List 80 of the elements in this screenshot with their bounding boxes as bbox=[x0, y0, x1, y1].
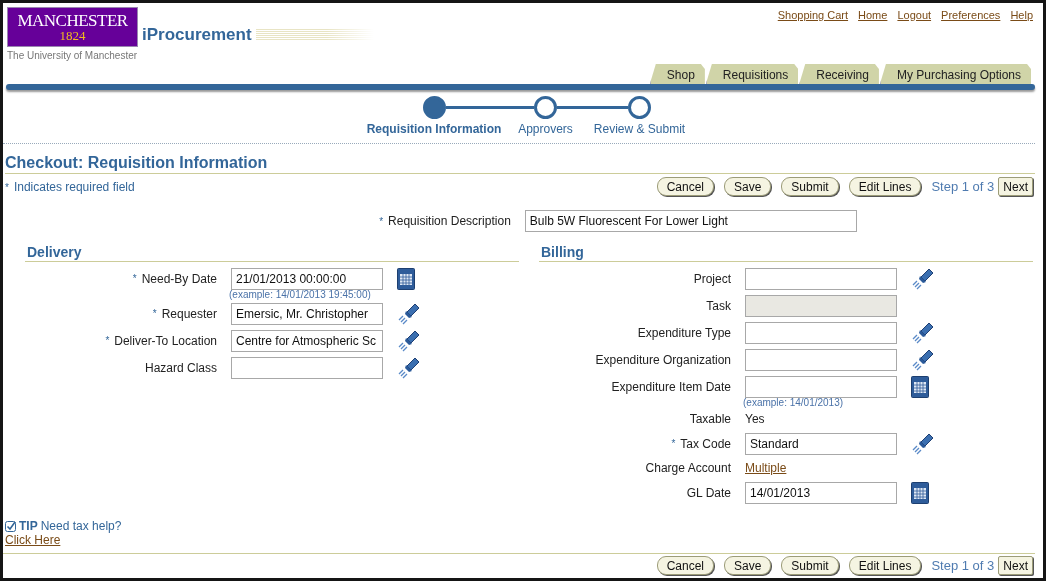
global-link[interactable]: Help bbox=[1010, 9, 1033, 21]
field-label: Deliver-To Location bbox=[114, 333, 217, 348]
required-marker: * bbox=[105, 335, 110, 346]
action-button[interactable]: Submit bbox=[781, 177, 839, 196]
action-button[interactable]: Cancel bbox=[656, 556, 714, 575]
step-indicator: Step 1 of 3 bbox=[931, 179, 995, 194]
action-button[interactable]: Edit Lines bbox=[848, 556, 922, 575]
flashlight-icon[interactable] bbox=[911, 347, 935, 372]
section-heading: Delivery bbox=[25, 244, 519, 262]
next-button[interactable]: Next bbox=[998, 177, 1033, 196]
field-label: Tax Code bbox=[680, 436, 731, 451]
input-field[interactable] bbox=[231, 356, 383, 379]
field-label: Requester bbox=[161, 306, 217, 321]
step-label[interactable]: Review & Submit bbox=[593, 122, 686, 136]
step-indicator: Step 1 of 3 bbox=[931, 558, 995, 573]
page-title: Checkout: Requisition Information bbox=[5, 154, 1035, 174]
format-hint: (example: 14/01/2013 19:45:00) bbox=[229, 289, 372, 300]
flashlight-icon[interactable] bbox=[911, 431, 935, 456]
field-link[interactable]: Multiple bbox=[745, 461, 787, 475]
action-button[interactable]: Save bbox=[724, 177, 772, 196]
action-button[interactable]: Submit bbox=[781, 556, 839, 575]
step-label[interactable]: Approvers bbox=[518, 122, 573, 136]
field-label: Charge Account bbox=[645, 461, 731, 475]
field-label: Expenditure Item Date bbox=[611, 379, 731, 394]
field-label: GL Date bbox=[686, 485, 731, 500]
field-label: Hazard Class bbox=[144, 360, 217, 375]
university-logo: MANCHESTER 1824 bbox=[7, 7, 138, 47]
field-value: Yes bbox=[745, 412, 765, 426]
flashlight-icon[interactable] bbox=[397, 355, 421, 380]
field-label: Expenditure Organization bbox=[595, 352, 731, 367]
action-button[interactable]: Edit Lines bbox=[848, 177, 922, 196]
calendar-icon[interactable] bbox=[911, 481, 929, 504]
input-field[interactable]: Centre for Atmospheric Sc bbox=[231, 329, 383, 352]
input-field[interactable]: Bulb 5W Fluorescent For Lower Light bbox=[524, 210, 857, 232]
required-marker: * bbox=[5, 181, 9, 193]
global-link[interactable]: Shopping Cart bbox=[777, 9, 849, 21]
app-title: iProcurement bbox=[142, 25, 252, 45]
required-marker: * bbox=[152, 308, 157, 319]
input-field[interactable] bbox=[745, 267, 897, 290]
tip-label: TIP bbox=[19, 519, 38, 533]
nav-tab[interactable]: My Purchasing Options bbox=[879, 64, 1031, 84]
input-field[interactable]: Standard bbox=[745, 432, 897, 455]
global-link[interactable]: Home bbox=[858, 9, 888, 21]
input-field[interactable]: 21/01/2013 00:00:00 bbox=[231, 267, 383, 290]
flashlight-icon[interactable] bbox=[911, 266, 935, 291]
input-field[interactable] bbox=[745, 348, 897, 371]
nav-tab[interactable]: Receiving bbox=[799, 64, 879, 84]
calendar-icon[interactable] bbox=[397, 267, 415, 290]
input-field[interactable]: Emersic, Mr. Christopher bbox=[231, 302, 383, 325]
global-link[interactable]: Logout bbox=[897, 9, 932, 21]
input-field[interactable] bbox=[745, 321, 897, 344]
calendar-icon[interactable] bbox=[911, 375, 929, 398]
input-field[interactable] bbox=[745, 375, 897, 398]
required-note: Indicates required field bbox=[13, 179, 135, 194]
action-button[interactable]: Cancel bbox=[656, 177, 714, 196]
nav-tab[interactable]: Shop bbox=[649, 64, 705, 84]
action-button[interactable]: Save bbox=[724, 556, 772, 575]
tip-link[interactable]: Click Here bbox=[5, 533, 61, 547]
flashlight-icon[interactable] bbox=[397, 301, 421, 326]
tip-text: Need tax help? bbox=[40, 519, 122, 533]
nav-tab[interactable]: Requisitions bbox=[705, 64, 799, 84]
field-label: Need-By Date bbox=[141, 271, 217, 286]
field-label: Expenditure Type bbox=[637, 325, 731, 340]
field-label: Taxable bbox=[689, 412, 731, 426]
section-heading: Billing bbox=[539, 244, 1033, 262]
flashlight-icon[interactable] bbox=[397, 328, 421, 353]
checkmark-icon bbox=[5, 520, 16, 532]
required-marker: * bbox=[132, 273, 137, 284]
format-hint: (example: 14/01/2013) bbox=[743, 397, 845, 408]
field-label: Project bbox=[693, 271, 731, 286]
field-label: Requisition Description bbox=[388, 214, 511, 228]
field-label: Task bbox=[706, 298, 731, 313]
next-button[interactable]: Next bbox=[998, 556, 1033, 575]
flashlight-icon[interactable] bbox=[911, 320, 935, 345]
global-link[interactable]: Preferences bbox=[941, 9, 1001, 21]
required-marker: * bbox=[671, 438, 676, 449]
step-label[interactable]: Requisition Information bbox=[366, 122, 502, 136]
university-name: The University of Manchester bbox=[7, 50, 139, 61]
input-field[interactable]: 14/01/2013 bbox=[745, 481, 897, 504]
required-marker: * bbox=[379, 215, 384, 227]
